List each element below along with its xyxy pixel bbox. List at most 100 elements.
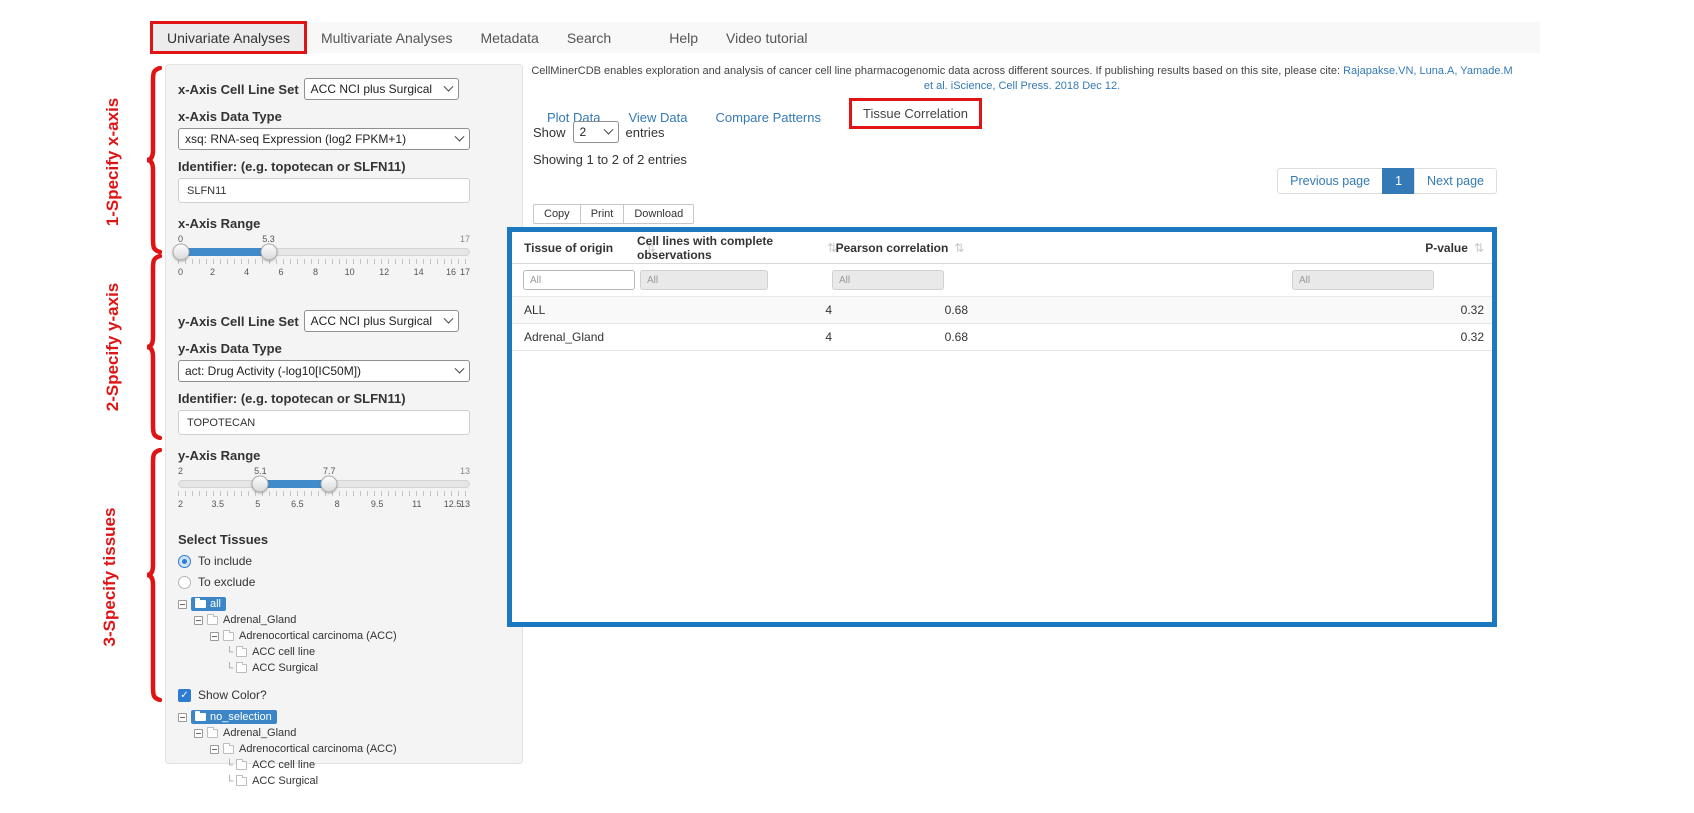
filter-cell-lines-input[interactable] [640, 270, 768, 290]
collapse-toggle-icon[interactable] [210, 745, 219, 754]
annotation-bracket-2 [146, 254, 162, 440]
x-range-slider: 0 5.3 17 0 2 4 6 8 10 12 14 16 17 [178, 234, 470, 284]
cellminercdb-page: Univariate Analyses Multivariate Analyse… [0, 0, 1694, 813]
nav-metadata[interactable]: Metadata [466, 22, 552, 53]
tree-node[interactable]: └ ACC Surgical [226, 661, 470, 675]
folder-outline-icon [223, 632, 234, 641]
radio-unselected-icon [178, 576, 191, 589]
folder-icon [195, 600, 206, 608]
tree-node[interactable]: └ ACC cell line [226, 645, 470, 659]
folder-outline-icon [223, 745, 234, 754]
collapse-toggle-icon[interactable] [178, 713, 187, 722]
tree-node-root[interactable]: no_selection [178, 710, 470, 724]
tree-node-root[interactable]: all [178, 597, 470, 611]
y-data-type-select[interactable]: act: Drug Activity (-log10[IC50M]) [178, 360, 470, 382]
tree-leaf-connector: └ [226, 776, 233, 787]
print-button[interactable]: Print [580, 204, 625, 224]
y-data-type-label: y-Axis Data Type [178, 341, 470, 356]
annotation-step2-label: 2-Specify y-axis [103, 283, 123, 412]
next-page-button[interactable]: Next page [1414, 168, 1497, 194]
entries-control: Show 2 entries [533, 121, 665, 143]
collapse-toggle-icon[interactable] [178, 600, 187, 609]
filter-pearson-input[interactable] [832, 270, 944, 290]
tree-node[interactable]: Adrenocortical carcinoma (ACC) [210, 742, 470, 756]
slider-ticks [178, 259, 470, 264]
table-filter-row [512, 264, 1492, 297]
table-row[interactable]: ALL 4 0.68 0.32 [512, 297, 1492, 324]
slider-handle-from[interactable] [252, 476, 269, 493]
x-cell-line-set-label: x-Axis Cell Line Set [178, 82, 299, 97]
table-row[interactable]: Adrenal_Gland 4 0.68 0.32 [512, 324, 1492, 351]
y-cell-line-set-select[interactable]: ACC NCI plus Surgical [304, 310, 459, 332]
x-slider-max-value: 17 [460, 234, 470, 244]
collapse-toggle-icon[interactable] [194, 616, 203, 625]
nav-search[interactable]: Search [553, 22, 625, 53]
annotation-bracket-3 [146, 448, 162, 702]
radio-to-include[interactable]: To include [178, 554, 470, 568]
tree-node[interactable]: Adrenal_Gland [194, 613, 470, 627]
red-highlight-box-tissue-correlation: Tissue Correlation [849, 98, 982, 129]
tree-leaf-connector: └ [226, 760, 233, 771]
nav-univariate-analyses[interactable]: Univariate Analyses [153, 24, 304, 51]
column-header-cell-lines[interactable]: Cell lines with complete observations ⇅ [637, 232, 837, 263]
annotation-bracket-1 [146, 66, 162, 254]
tree-node[interactable]: Adrenal_Gland [194, 726, 470, 740]
column-header-p-value[interactable]: P-value ⇅ [1264, 232, 1484, 263]
y-slider-max-value: 13 [460, 466, 470, 476]
x-data-type-select[interactable]: xsq: RNA-seq Expression (log2 FPKM+1) [178, 128, 470, 150]
sort-icon[interactable]: ⇅ [954, 241, 964, 255]
y-slider-min-value: 2 [178, 466, 183, 476]
nav-video-tutorial[interactable]: Video tutorial [712, 22, 821, 53]
folder-outline-icon [207, 729, 218, 738]
x-cell-line-set-select[interactable]: ACC NCI plus Surgical [304, 78, 459, 100]
citation-link[interactable]: Rajapakse.VN, Luna.A, Yamade.M [1343, 65, 1513, 77]
checkbox-checked-icon: ✓ [178, 689, 191, 702]
radio-to-exclude[interactable]: To exclude [178, 575, 470, 589]
tree-node[interactable]: └ ACC cell line [226, 758, 470, 772]
radio-selected-icon [178, 555, 191, 568]
y-identifier-input[interactable] [178, 410, 470, 435]
collapse-toggle-icon[interactable] [210, 632, 219, 641]
slider-handle-from[interactable] [172, 244, 189, 261]
annotation-step1-label: 1-Specify x-axis [103, 98, 123, 227]
chevron-down-icon [603, 124, 613, 134]
filter-tissue-input[interactable] [523, 270, 635, 290]
y-cell-line-set-label: y-Axis Cell Line Set [178, 314, 299, 329]
red-highlight-box-univariate: Univariate Analyses [150, 21, 307, 54]
folder-outline-icon [236, 648, 247, 657]
main-content: CellMinerCDB enables exploration and ana… [507, 64, 1497, 764]
collapse-toggle-icon[interactable] [194, 729, 203, 738]
tree-node[interactable]: Adrenocortical carcinoma (ACC) [210, 629, 470, 643]
page-number-button[interactable]: 1 [1382, 168, 1415, 194]
copy-button[interactable]: Copy [533, 204, 581, 224]
entries-count-select[interactable]: 2 [573, 121, 619, 143]
export-buttons: Copy Print Download [533, 204, 694, 224]
nav-help[interactable]: Help [655, 22, 712, 53]
nav-multivariate-analyses[interactable]: Multivariate Analyses [307, 22, 467, 53]
folder-icon [195, 713, 206, 721]
x-data-type-label: x-Axis Data Type [178, 109, 470, 124]
download-button[interactable]: Download [623, 204, 694, 224]
sidebar-panel: x-Axis Cell Line Set ACC NCI plus Surgic… [165, 64, 523, 764]
slider-selected-bar [178, 248, 269, 256]
tab-compare-patterns[interactable]: Compare Patterns [716, 110, 822, 125]
previous-page-button[interactable]: Previous page [1277, 168, 1383, 194]
x-identifier-input[interactable] [178, 178, 470, 203]
column-header-pearson-correlation[interactable]: Pearson correlation ⇅ [830, 232, 970, 263]
tree-node[interactable]: └ ACC Surgical [226, 774, 470, 788]
folder-outline-icon [207, 616, 218, 625]
sort-icon[interactable]: ⇅ [1474, 241, 1484, 255]
filter-p-value-input[interactable] [1292, 270, 1434, 290]
citation-link-2[interactable]: et al. iScience, Cell Press. 2018 Dec 12… [924, 80, 1120, 92]
tissue-include-tree: all Adrenal_Gland Adrenocortical carcino… [178, 597, 470, 675]
slider-handle-to[interactable] [321, 476, 338, 493]
tree-leaf-connector: └ [226, 647, 233, 658]
tab-tissue-correlation[interactable]: Tissue Correlation [863, 106, 968, 121]
showing-entries-text: Showing 1 to 2 of 2 entries [533, 152, 687, 167]
chevron-down-icon [443, 313, 453, 323]
y-range-slider: 2 5.1 7.7 13 2 3.5 5 6.5 8 9.5 11 12.5 1… [178, 466, 470, 516]
results-table: Tissue of origin ⇅ Cell lines with compl… [507, 227, 1497, 627]
show-color-checkbox[interactable]: ✓ Show Color? [178, 688, 470, 702]
slider-handle-to[interactable] [260, 244, 277, 261]
chevron-down-icon [455, 363, 465, 373]
